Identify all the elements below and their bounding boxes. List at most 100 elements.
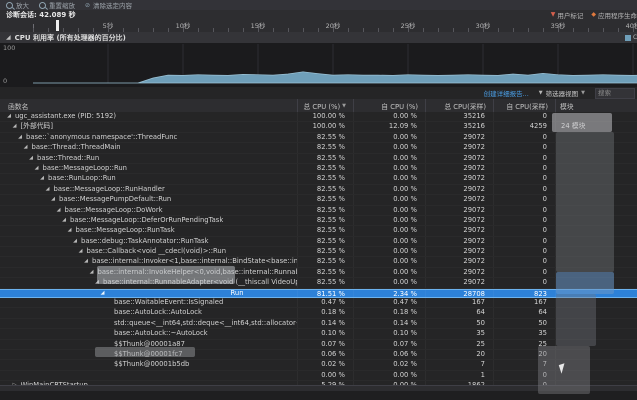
self-cpu-pct-cell: 0.00 % [353, 278, 425, 287]
table-row[interactable]: ◢ base::MessageLoop::RunTask 82.55 % 0.0… [0, 226, 637, 236]
redaction-blur [556, 272, 614, 294]
self-cpu-pct-cell: 0.00 % [353, 133, 425, 142]
table-row[interactable]: ◢ base::Thread::ThreadMain 82.55 % 0.00 … [0, 143, 637, 153]
self-cpu-pct-cell: 0.14 % [353, 319, 425, 328]
call-tree-body[interactable]: ◢ ugc_assistant.exe (PID: 5192) 100.00 %… [0, 112, 637, 385]
self-cpu-samples-cell: 0 [493, 216, 555, 225]
total-cpu-samples-cell: 29072 [425, 226, 493, 235]
total-cpu-samples-cell: 167 [425, 298, 493, 307]
table-row[interactable]: ◢ Run 81.51 % 2.34 % 28708 823 [0, 289, 637, 298]
header-total-cpu-pct[interactable]: 总 CPU (%) ▼ [297, 99, 353, 112]
table-row[interactable]: base::WaitableEvent::IsSignaled 0.47 % 0… [0, 298, 637, 308]
total-cpu-samples-cell: 25 [425, 340, 493, 349]
table-row[interactable]: ◢ base::MessageLoop::DoWork 82.55 % 0.00… [0, 206, 637, 216]
expander-icon[interactable]: ◢ [50, 195, 56, 204]
header-function-name[interactable]: 函数名 [0, 99, 297, 112]
total-cpu-samples-cell: 35216 [425, 122, 493, 131]
zoom-in-button[interactable]: 放大 [6, 0, 29, 10]
header-module[interactable]: 模块 [555, 99, 637, 112]
total-cpu-pct-cell: 100.00 % [297, 122, 353, 131]
table-row[interactable]: ◢ base::RunLoop::Run 82.55 % 0.00 % 2907… [0, 174, 637, 184]
expander-icon[interactable]: ◢ [6, 112, 12, 121]
expander-icon[interactable]: ◢ [34, 164, 40, 173]
expander-icon[interactable]: ◢ [39, 174, 45, 183]
chevron-down-icon: ▼ [581, 90, 585, 96]
table-row[interactable]: std::queue<__int64,std::deque<__int64,st… [0, 319, 637, 329]
table-row[interactable]: ◢ base::Thread::Run 82.55 % 0.00 % 29072… [0, 154, 637, 164]
self-cpu-pct-cell: 0.00 % [353, 268, 425, 277]
expander-icon[interactable]: ◢ [56, 206, 62, 215]
expander-icon[interactable]: ◢ [28, 154, 34, 163]
redaction-blur [556, 132, 614, 272]
total-cpu-samples-cell: 35216 [425, 112, 493, 121]
table-row[interactable]: ◢ base::MessageLoop::Run 82.55 % 0.00 % … [0, 164, 637, 174]
total-cpu-pct-cell: 0.47 % [297, 298, 353, 307]
self-cpu-pct-cell: 0.00 % [353, 226, 425, 235]
cpu-utilization-graph[interactable]: 100 0 [0, 43, 637, 88]
self-cpu-pct-cell: 0.18 % [353, 308, 425, 317]
table-row[interactable]: ◢ base::internal::RunnableAdapter<void (… [0, 278, 637, 288]
expander-icon[interactable]: ◢ [83, 257, 89, 266]
header-total-cpu-samples[interactable]: 总 CPU(采样) [425, 99, 493, 112]
total-cpu-pct-cell: 82.55 % [297, 143, 353, 152]
total-cpu-pct-cell: 81.51 % [297, 290, 353, 297]
lane-expander-icon[interactable]: ◢ [6, 34, 11, 41]
self-cpu-samples-cell: 0 [493, 174, 555, 183]
self-cpu-pct-cell: 0.00 % [353, 185, 425, 194]
self-cpu-samples-cell: 167 [493, 298, 555, 307]
filter-view-dropdown[interactable]: ▼ 筛选器视图 ▼ [539, 88, 585, 98]
table-row[interactable]: base::AutoLock::AutoLock 0.18 % 0.18 % 6… [0, 308, 637, 318]
expander-icon[interactable]: ◢ [100, 290, 106, 297]
table-row[interactable]: base::AutoLock::~AutoLock 0.10 % 0.10 % … [0, 329, 637, 339]
table-row[interactable]: ◢ base::MessageLoop::DeferOrRunPendingTa… [0, 216, 637, 226]
function-name: ugc_assistant.exe (PID: 5192) [15, 112, 116, 121]
self-cpu-pct-cell: 2.34 % [353, 290, 425, 297]
header-self-cpu-samples[interactable]: 自 CPU(采样) [493, 99, 555, 112]
table-row[interactable]: ◢ base::internal::Invoker<1,base::intern… [0, 257, 637, 267]
zoom-in-icon [6, 2, 13, 9]
function-name: base::Callback<void __cdecl(void)>::Run [87, 247, 227, 256]
expander-icon[interactable]: ◢ [78, 247, 84, 256]
expander-icon[interactable]: ◢ [89, 268, 95, 277]
y-axis-min-label: 0 [3, 77, 7, 85]
self-cpu-pct-cell: 0.00 % [353, 257, 425, 266]
timeline-caret[interactable] [56, 20, 59, 31]
self-cpu-pct-cell: 0.00 % [353, 195, 425, 204]
table-row[interactable]: ◢ base::MessagePumpDefault::Run 82.55 % … [0, 195, 637, 205]
cpu-area-chart [0, 43, 637, 86]
self-cpu-samples-cell: 0 [493, 185, 555, 194]
self-cpu-pct-cell: 0.00 % [353, 237, 425, 246]
table-row[interactable]: ◢ [外部代码] 100.00 % 12.09 % 35216 4259 24 … [0, 122, 637, 132]
expander-icon[interactable]: ◢ [67, 226, 73, 235]
table-row[interactable]: ◢ base::internal::InvokeHelper<0,void,ba… [0, 268, 637, 278]
self-cpu-samples-cell: 0 [493, 226, 555, 235]
expander-icon[interactable]: ◢ [23, 143, 29, 152]
self-cpu-samples-cell: 50 [493, 319, 555, 328]
table-row[interactable]: ◢ base::MessageLoop::RunHandler 82.55 % … [0, 185, 637, 195]
function-name: Run [231, 290, 244, 297]
search-input[interactable] [595, 88, 635, 99]
self-cpu-pct-cell: 0.02 % [353, 360, 425, 369]
expander-icon[interactable]: ◢ [72, 237, 78, 246]
table-row[interactable]: ◢ base::`anonymous namespace'::ThreadFun… [0, 133, 637, 143]
self-cpu-pct-cell: 0.00 % [353, 206, 425, 215]
timeline-ruler[interactable]: 5秒10秒15秒20秒25秒30秒35秒40秒 [0, 19, 637, 33]
header-self-cpu-pct[interactable]: 自 CPU (%) [353, 99, 425, 112]
expander-icon[interactable]: ◢ [17, 133, 23, 142]
clear-selection-icon: ⊘ [85, 2, 90, 9]
expander-icon[interactable]: ◢ [61, 216, 67, 225]
expander-icon[interactable]: ◢ [12, 122, 18, 131]
table-row[interactable]: ◢ base::debug::TaskAnnotator::RunTask 82… [0, 237, 637, 247]
create-detailed-report-link[interactable]: 创建详细报告... [484, 88, 529, 98]
cpu-lane-title: CPU 利用率 (所有处理器的百分比) [15, 33, 126, 43]
table-row[interactable]: ◢ base::Callback<void __cdecl(void)>::Ru… [0, 247, 637, 257]
timeline-legend: ▼ 用户标记 ◆ 应用程序生命周期事件 [551, 10, 637, 20]
clear-selection-button[interactable]: ⊘ 清除选定内容 [85, 0, 132, 10]
reset-zoom-button[interactable]: 重置缩放 [39, 0, 75, 10]
function-name: [外部代码] [21, 122, 54, 131]
table-row[interactable]: ◢ ugc_assistant.exe (PID: 5192) 100.00 %… [0, 112, 637, 122]
total-cpu-samples-cell: 29072 [425, 195, 493, 204]
expander-icon[interactable]: ◢ [45, 185, 51, 194]
total-cpu-samples-cell: 20 [425, 350, 493, 359]
redaction-blur [552, 113, 612, 132]
